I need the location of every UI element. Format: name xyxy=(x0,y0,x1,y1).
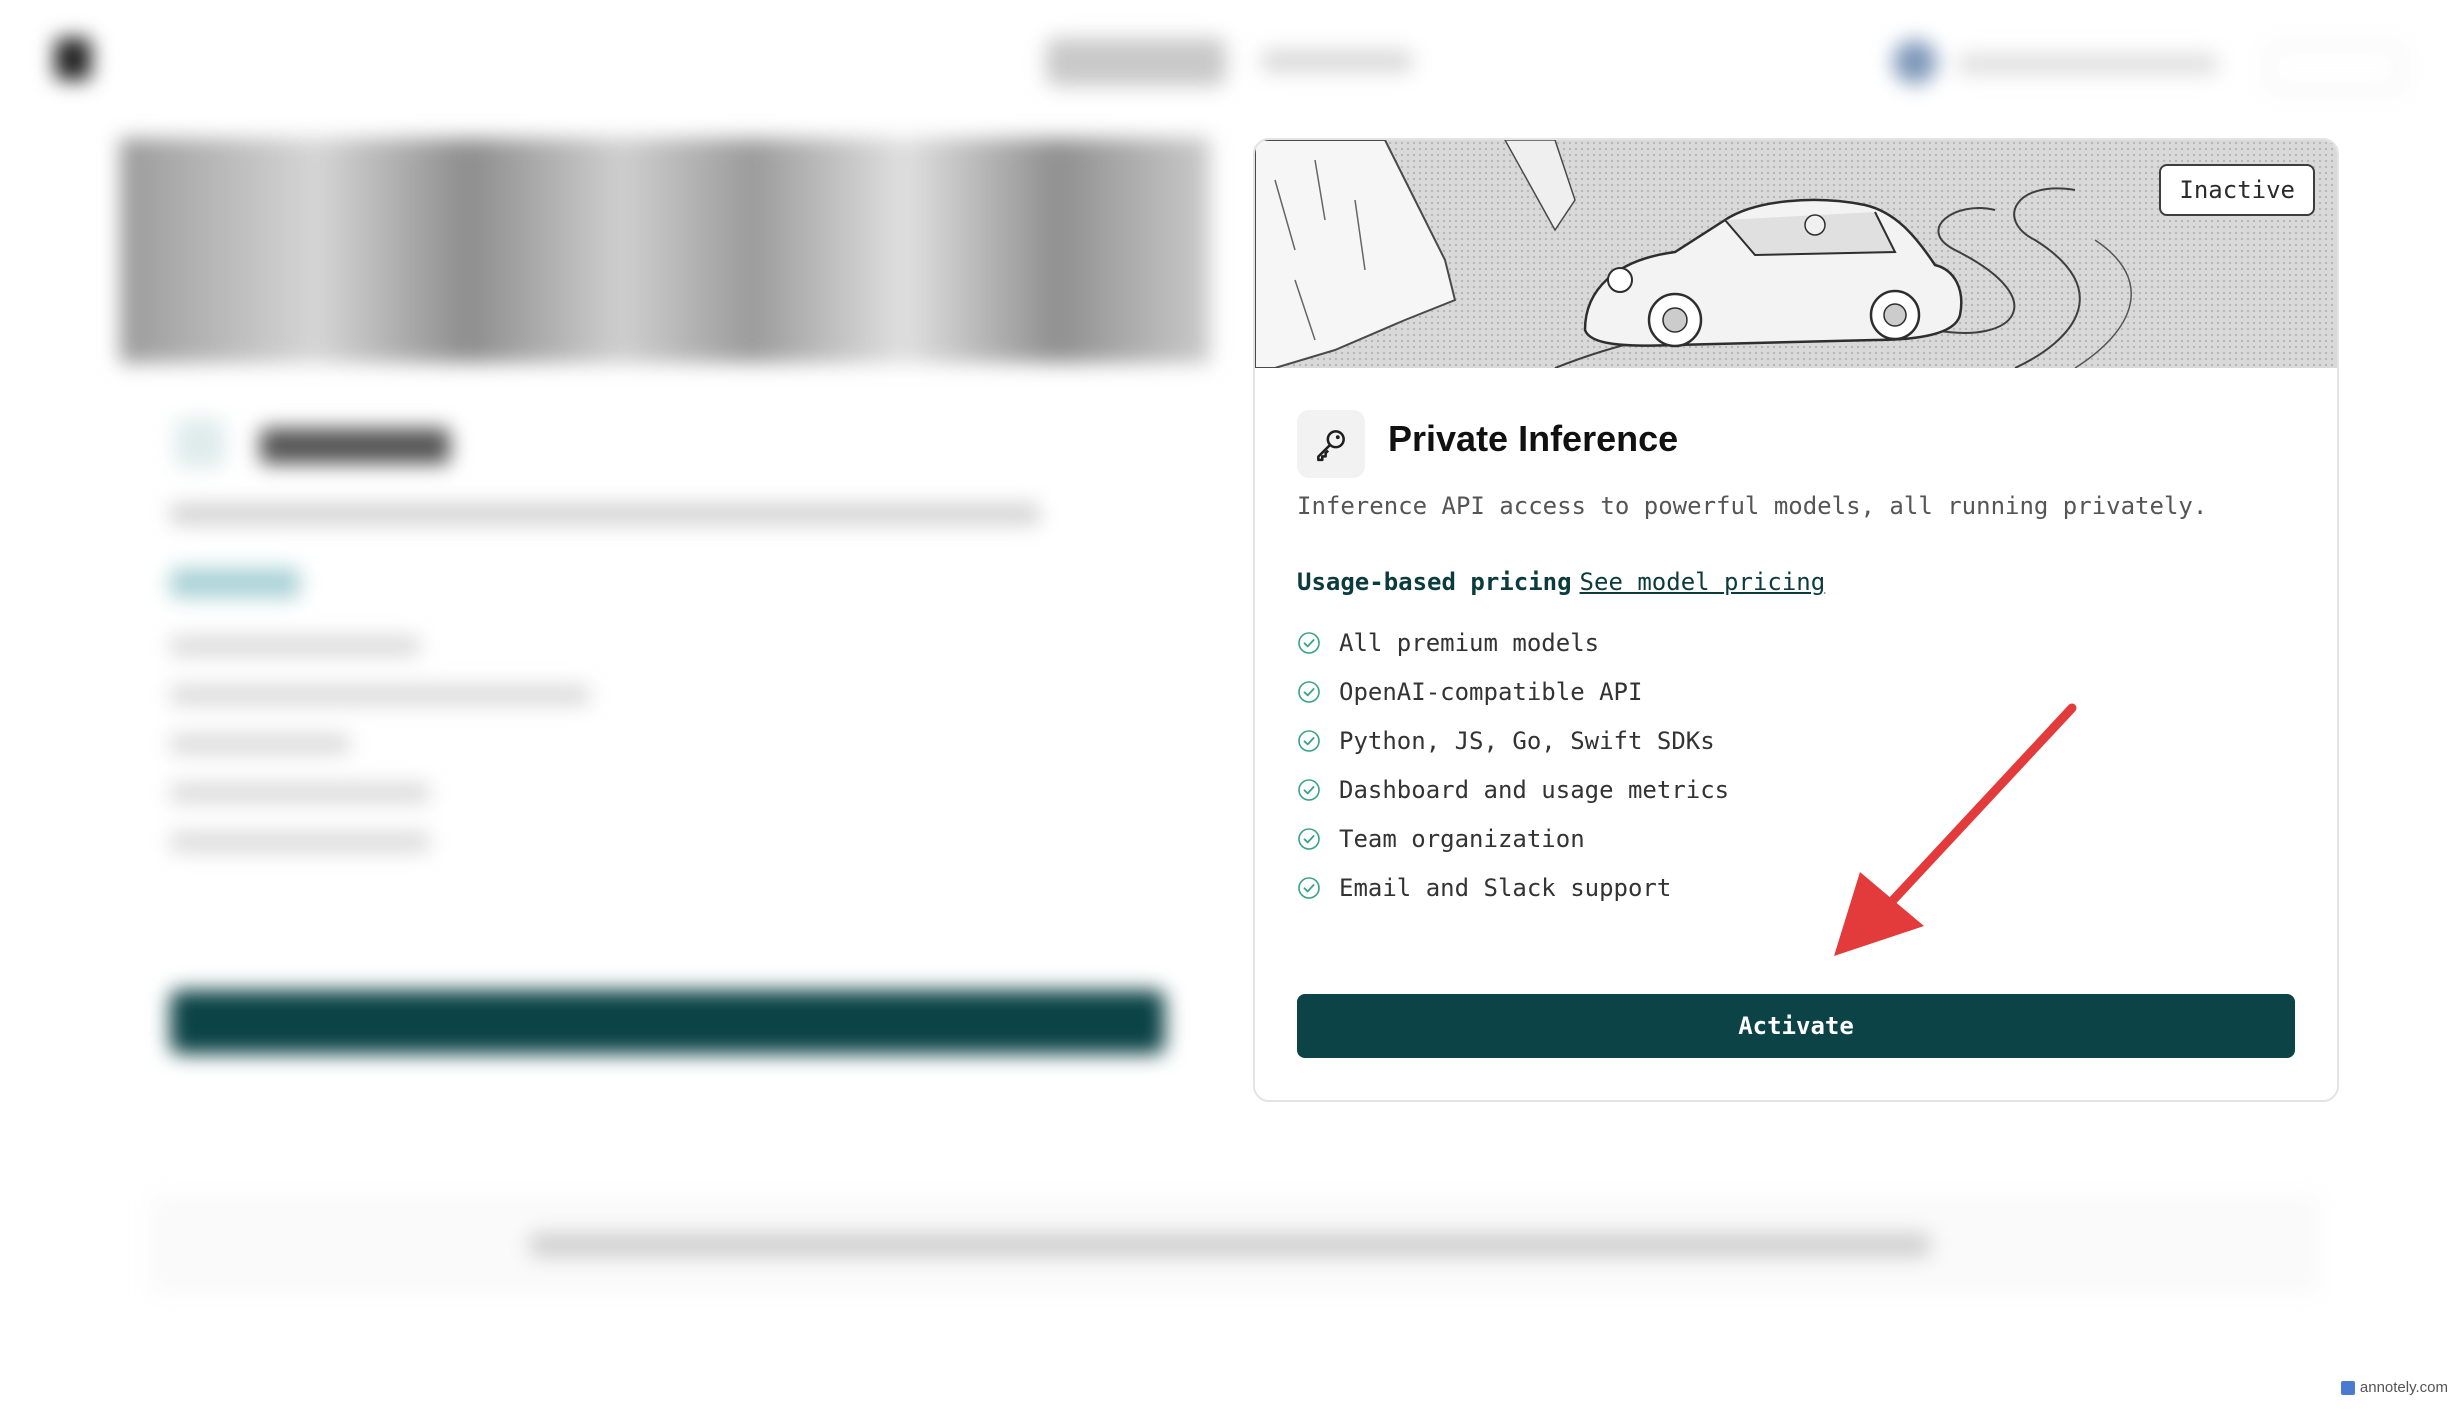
other-product-tag xyxy=(170,568,300,598)
list-item: Team organization xyxy=(1297,814,1729,863)
list-item: OpenAI-compatible API xyxy=(1297,667,1729,716)
list-item xyxy=(170,832,430,852)
key-icon xyxy=(1317,430,1345,462)
feature-label: Dashboard and usage metrics xyxy=(1339,775,1730,804)
feature-label: OpenAI-compatible API xyxy=(1339,677,1643,706)
list-item xyxy=(170,783,430,803)
watermark-text: annotely.com xyxy=(2359,1379,2448,1396)
product-title: Private Inference xyxy=(1388,418,1679,459)
list-item: All premium models xyxy=(1297,618,1729,667)
check-circle-icon xyxy=(1298,827,1320,850)
check-circle-icon xyxy=(1298,631,1320,654)
pricing-line: Usage-based pricing See model pricing xyxy=(1297,568,1825,596)
other-product-banner xyxy=(120,138,1210,363)
feature-list: All premium models OpenAI-compatible API… xyxy=(1297,618,1729,912)
red-arrow-icon xyxy=(1834,703,2077,956)
annotely-logo-icon xyxy=(2340,1380,2355,1395)
list-item xyxy=(170,636,420,656)
status-badge: Inactive xyxy=(2159,164,2315,216)
avatar[interactable] xyxy=(1893,40,1937,84)
other-product-card xyxy=(120,138,1210,1088)
account-selector[interactable] xyxy=(1958,54,2218,74)
activate-button[interactable]: Activate xyxy=(1297,994,2295,1058)
nav-tab[interactable] xyxy=(1262,50,1412,72)
list-item xyxy=(170,734,350,754)
check-circle-icon xyxy=(1298,778,1320,801)
feature-label: Team organization xyxy=(1339,824,1585,853)
list-item: Python, JS, Go, Swift SDKs xyxy=(1297,716,1729,765)
pricing-label: Usage-based pricing xyxy=(1297,568,1572,596)
list-item xyxy=(170,685,590,705)
feature-label: All premium models xyxy=(1339,628,1600,657)
feature-label: Python, JS, Go, Swift SDKs xyxy=(1339,726,1715,755)
product-description: Inference API access to powerful models,… xyxy=(1297,492,2208,520)
nav-button[interactable] xyxy=(2268,44,2402,92)
list-item: Dashboard and usage metrics xyxy=(1297,765,1729,814)
footer-notice xyxy=(150,1195,2320,1295)
other-product-button[interactable] xyxy=(170,990,1165,1054)
other-product-title xyxy=(260,428,450,464)
logo-mark xyxy=(55,38,91,80)
nav-tab-active[interactable] xyxy=(1046,38,1226,86)
footer-text xyxy=(530,1233,1930,1257)
card-banner-illustration: Inactive xyxy=(1255,140,2337,368)
logo xyxy=(55,38,105,80)
check-circle-icon xyxy=(1298,876,1320,899)
feature-label: Email and Slack support xyxy=(1339,873,1672,902)
list-item: Email and Slack support xyxy=(1297,863,1729,912)
top-navigation xyxy=(0,0,2462,130)
watermark: annotely.com xyxy=(2340,1379,2448,1396)
product-icon-container xyxy=(1297,410,1365,478)
check-circle-icon xyxy=(1298,680,1320,703)
check-circle-icon xyxy=(1298,729,1320,752)
private-inference-card: Inactive Private Inference Inference API… xyxy=(1253,138,2339,1102)
see-model-pricing-link[interactable]: See model pricing xyxy=(1580,568,1826,596)
other-product-icon xyxy=(175,418,225,468)
other-product-description xyxy=(170,503,1040,525)
